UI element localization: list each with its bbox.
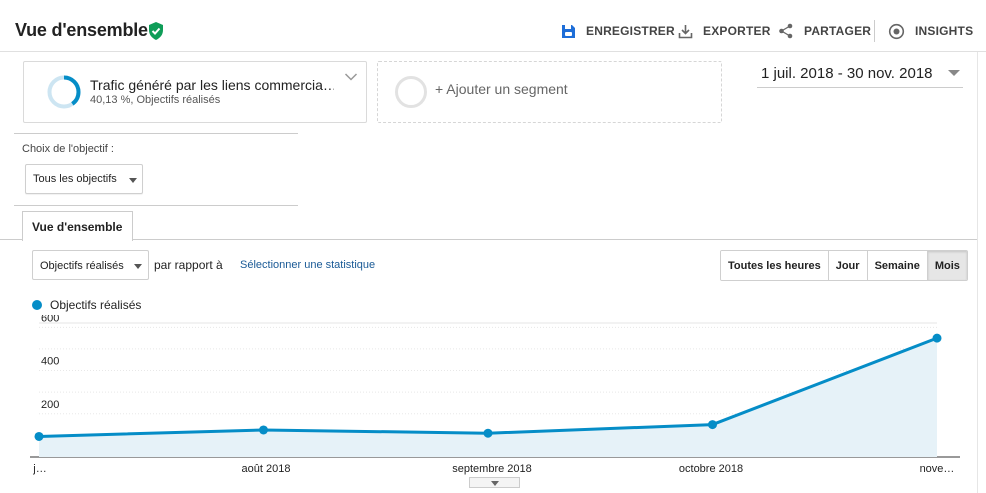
analytics-page: Vue d'ensemble ENREGISTRER EXPORTER PART… [0,0,986,493]
segment-name: Trafic généré par les liens commercia… [90,77,334,93]
line-chart: 200 400 600 j… août 2018 septembre 2018 octobr… [30,315,960,475]
segment-stat: 40,13 %, Objectifs réalisés [90,94,221,106]
tab-baseline [0,239,978,240]
x-tick-label: octobre 2018 [679,463,743,475]
divider [14,205,298,206]
data-point [259,425,268,435]
header-divider [874,20,875,42]
report-header: Vue d'ensemble ENREGISTRER EXPORTER PART… [0,0,986,52]
share-icon [779,23,793,39]
divider [14,133,298,134]
data-point [483,428,493,438]
chevron-down-icon[interactable] [344,72,358,82]
caret-down-icon [134,264,142,269]
caret-down-icon [948,70,960,76]
page-title: Vue d'ensemble [15,20,148,40]
tab-overview-label: Vue d'ensemble [32,220,123,234]
share-button[interactable]: PARTAGER [778,20,871,42]
metric-select[interactable]: Objectifs réalisés [32,250,149,280]
download-icon [678,24,693,38]
caret-down-icon [129,178,137,183]
date-range-text: 1 juil. 2018 - 30 nov. 2018 [761,65,933,82]
objective-select[interactable]: Tous les objectifs [25,164,143,194]
hourly-button[interactable]: Toutes les heures [721,251,829,280]
data-point [932,333,942,343]
add-segment-circle-icon [395,76,427,108]
y-tick-label: 600 [41,315,59,324]
objective-label: Choix de l'objectif : [22,143,114,155]
segment-donut-icon [47,75,81,109]
y-tick-label: 200 [41,399,59,411]
month-button[interactable]: Mois [927,251,967,280]
x-tick-label: septembre 2018 [452,463,532,475]
week-button[interactable]: Semaine [867,251,928,280]
select-statistic-link[interactable]: Sélectionner une statistique [240,259,375,271]
segment-card[interactable]: Trafic généré par les liens commercia… 4… [23,61,367,123]
legend-label: Objectifs réalisés [50,298,142,312]
add-segment-label: + Ajouter un segment [435,81,568,97]
x-tick-label: août 2018 [242,463,291,475]
legend-marker [32,300,42,310]
objective-selected: Tous les objectifs [33,173,117,185]
x-tick-label: nove… [920,463,955,475]
date-range-picker[interactable]: 1 juil. 2018 - 30 nov. 2018 [757,58,963,88]
add-segment-button[interactable]: + Ajouter un segment [377,61,722,123]
tab-overview[interactable]: Vue d'ensemble [22,211,133,241]
granularity-toggle: Toutes les heures Jour Semaine Mois [720,250,968,281]
day-button[interactable]: Jour [828,251,868,280]
series-area [39,338,937,457]
metric-selected: Objectifs réalisés [40,260,124,272]
caret-down-icon [491,481,499,486]
chart-resize-handle[interactable] [469,477,520,488]
y-tick-label: 400 [41,356,59,368]
data-point [34,431,44,441]
verified-shield-icon [149,22,163,40]
save-button[interactable]: ENREGISTRER [561,20,675,42]
export-button[interactable]: EXPORTER [678,20,771,42]
save-icon [562,24,575,38]
insights-button[interactable]: INSIGHTS [888,20,973,42]
data-point [708,420,717,430]
insights-icon [888,23,905,39]
compare-label: par rapport à [154,258,223,272]
x-tick-label: j… [32,463,46,475]
